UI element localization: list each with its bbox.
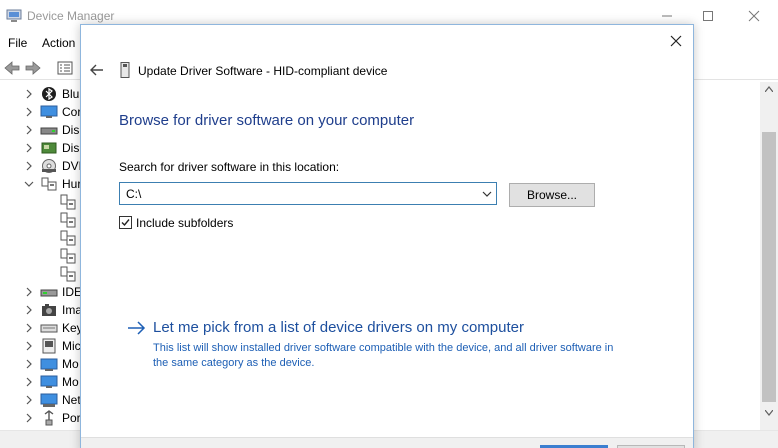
chevron-right-icon[interactable] [24, 412, 34, 424]
tree-item-label: Mo [62, 375, 79, 389]
chevron-right-icon[interactable] [24, 142, 34, 154]
scroll-down-icon[interactable] [765, 410, 773, 416]
display-adapter-icon [41, 142, 57, 154]
tree-item-bluetooth[interactable]: Blu [0, 85, 90, 103]
tree-item-ports[interactable]: Por [0, 409, 90, 427]
tree-item-label: Mo [62, 357, 79, 371]
usb-device-icon [120, 62, 130, 78]
tree-item-ide-controllers[interactable]: IDE [0, 283, 90, 301]
search-location-combobox[interactable]: C:\ [119, 182, 497, 205]
scrollbar-thumb[interactable] [762, 132, 776, 402]
tree-item-display-adapters[interactable]: Disp [0, 139, 90, 157]
include-subfolders-label[interactable]: Include subfolders [136, 216, 233, 230]
tree-item-computer[interactable]: Cor [0, 103, 90, 121]
search-location-label: Search for driver software in this locat… [119, 160, 340, 174]
hid-device-icon[interactable] [58, 229, 78, 247]
properties-icon [57, 61, 73, 75]
network-adapter-icon [40, 393, 58, 407]
chevron-down-icon[interactable] [481, 189, 493, 199]
arrow-right-icon[interactable] [127, 320, 147, 336]
keyboard-icon [40, 324, 58, 333]
chevron-right-icon[interactable] [24, 124, 34, 136]
dvd-drive-icon [42, 159, 56, 173]
maximize-button[interactable] [693, 4, 723, 28]
tree-item-keyboards[interactable]: Key [0, 319, 90, 337]
close-icon [748, 10, 760, 22]
tree-item-human-interface-devices[interactable]: Hur [0, 175, 90, 193]
tree-item-label: Cor [62, 105, 82, 119]
forward-arrow-icon [25, 61, 41, 75]
tree-item-disk-drives[interactable]: Disk [0, 121, 90, 139]
close-icon [670, 35, 682, 47]
back-arrow-icon [4, 61, 20, 75]
tree-item-modems[interactable]: Mo [0, 355, 90, 373]
chevron-right-icon[interactable] [24, 322, 34, 334]
chevron-right-icon[interactable] [24, 304, 34, 316]
tree-item-label: Blu [62, 87, 80, 101]
disk-drive-icon [40, 127, 58, 135]
include-subfolders-checkbox[interactable] [119, 216, 132, 229]
imaging-device-icon [42, 304, 56, 316]
vertical-scrollbar[interactable] [760, 82, 778, 430]
device-manager-icon [6, 9, 22, 22]
device-manager-title: Device Manager [27, 9, 115, 23]
chevron-right-icon[interactable] [24, 286, 34, 298]
tree-item-label: IDE [62, 285, 83, 299]
page-heading: Browse for driver software on your compu… [119, 112, 415, 129]
tree-item-monitors[interactable]: Mo [0, 373, 90, 391]
chevron-down-icon[interactable] [24, 178, 34, 190]
tree-item-label: Ima [62, 303, 83, 317]
chevron-right-icon[interactable] [24, 106, 34, 118]
back-arrow-icon[interactable] [89, 62, 105, 78]
pick-from-list-description: This list will show installed driver sof… [153, 342, 614, 369]
tree-item-label: Hur [62, 177, 82, 191]
computer-icon [40, 105, 58, 118]
forward-toolbar-button[interactable] [24, 59, 42, 77]
search-location-value[interactable]: C:\ [126, 187, 141, 201]
tree-item-network-adapters[interactable]: Net [0, 391, 90, 409]
chevron-right-icon[interactable] [24, 160, 34, 172]
chevron-right-icon[interactable] [24, 88, 34, 100]
tree-item-dvd-drives[interactable]: DVD [0, 157, 90, 175]
chevron-right-icon[interactable] [24, 340, 34, 352]
pick-from-list-link[interactable]: Let me pick from a list of device driver… [153, 319, 524, 336]
mice-icon [42, 338, 56, 354]
tree-item-mice[interactable]: Mic [0, 337, 90, 355]
port-icon [44, 410, 54, 426]
hid-icon [41, 177, 57, 191]
dialog-close-button[interactable] [666, 31, 686, 51]
update-driver-dialog: Update Driver Software - HID-compliant d… [80, 24, 694, 448]
chevron-right-icon[interactable] [24, 394, 34, 406]
back-toolbar-button[interactable] [3, 59, 21, 77]
hid-device-icon[interactable] [58, 247, 78, 265]
hid-device-icon[interactable] [58, 193, 78, 211]
tree-item-label: Por [62, 411, 81, 425]
tree-item-label: Net [62, 393, 81, 407]
browse-button[interactable]: Browse... [509, 183, 595, 207]
checkmark-icon [121, 219, 130, 227]
monitor-icon [40, 375, 58, 388]
scroll-up-icon[interactable] [765, 86, 773, 92]
bluetooth-icon [42, 87, 56, 101]
chevron-right-icon[interactable] [24, 376, 34, 388]
chevron-right-icon[interactable] [24, 358, 34, 370]
modem-icon [40, 358, 58, 371]
maximize-icon [703, 11, 713, 21]
close-window-button[interactable] [739, 4, 769, 28]
minimize-icon [662, 15, 672, 17]
ide-controller-icon [40, 289, 58, 297]
tree-item-label: Mic [62, 339, 81, 353]
menu-file[interactable]: File [8, 36, 27, 50]
hid-device-icon[interactable] [58, 265, 78, 283]
dialog-footer [81, 437, 693, 448]
hid-device-icon[interactable] [58, 211, 78, 229]
tree-item-imaging-devices[interactable]: Ima [0, 301, 90, 319]
menu-action[interactable]: Action [42, 36, 75, 50]
dialog-title: Update Driver Software - HID-compliant d… [138, 64, 388, 78]
properties-toolbar-button[interactable] [56, 59, 74, 77]
